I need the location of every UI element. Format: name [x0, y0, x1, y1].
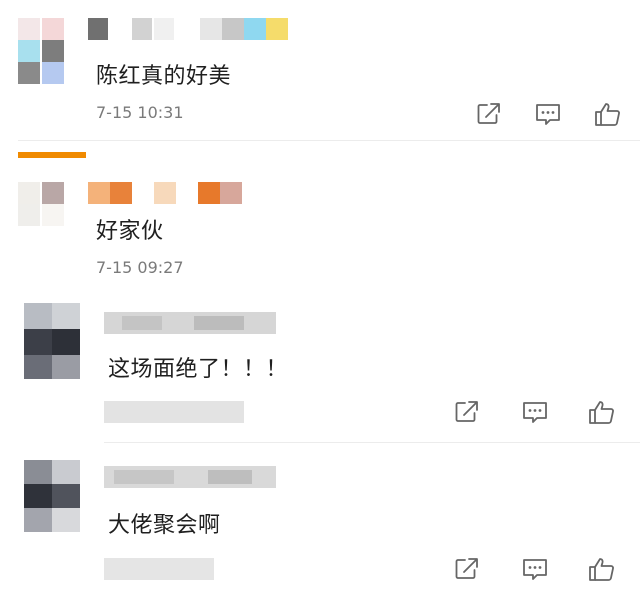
- comment-text: 大佬聚会啊: [108, 513, 221, 538]
- username-blurred[interactable]: [88, 18, 288, 40]
- comment-timestamp-blurred: [104, 401, 244, 423]
- like-icon: [595, 103, 620, 126]
- share-button[interactable]: [474, 100, 504, 128]
- username-blurred[interactable]: [104, 466, 276, 488]
- share-icon: [455, 558, 478, 579]
- comment-icon: [523, 402, 547, 423]
- comment-text: 好家伙: [96, 219, 164, 244]
- like-icon: [589, 401, 614, 424]
- section-accent-bar: [18, 152, 86, 158]
- reply-button[interactable]: [520, 555, 550, 583]
- comment-text: 这场面绝了！！！: [108, 357, 289, 382]
- like-button[interactable]: [587, 555, 617, 583]
- comment-text: 陈红真的好美: [96, 64, 232, 89]
- comment-timestamp: 7-15 09:27: [96, 258, 184, 277]
- divider: [18, 140, 640, 141]
- share-icon: [455, 401, 478, 422]
- comment-icon: [523, 559, 547, 580]
- like-button[interactable]: [587, 398, 617, 426]
- username-blurred[interactable]: [104, 312, 276, 334]
- like-icon: [589, 558, 614, 581]
- comment-timestamp: 7-15 10:31: [96, 103, 184, 122]
- comment-icon: [536, 104, 560, 125]
- share-button[interactable]: [452, 398, 482, 426]
- share-icon: [477, 103, 500, 124]
- share-button[interactable]: [452, 555, 482, 583]
- reply-button[interactable]: [533, 100, 563, 128]
- avatar[interactable]: [24, 460, 80, 532]
- avatar[interactable]: [18, 18, 66, 84]
- reply-button[interactable]: [520, 398, 550, 426]
- comment-timestamp-blurred: [104, 558, 214, 580]
- like-button[interactable]: [593, 100, 623, 128]
- username-blurred[interactable]: [88, 182, 248, 204]
- divider: [104, 442, 640, 443]
- avatar[interactable]: [24, 303, 80, 379]
- avatar[interactable]: [18, 182, 66, 228]
